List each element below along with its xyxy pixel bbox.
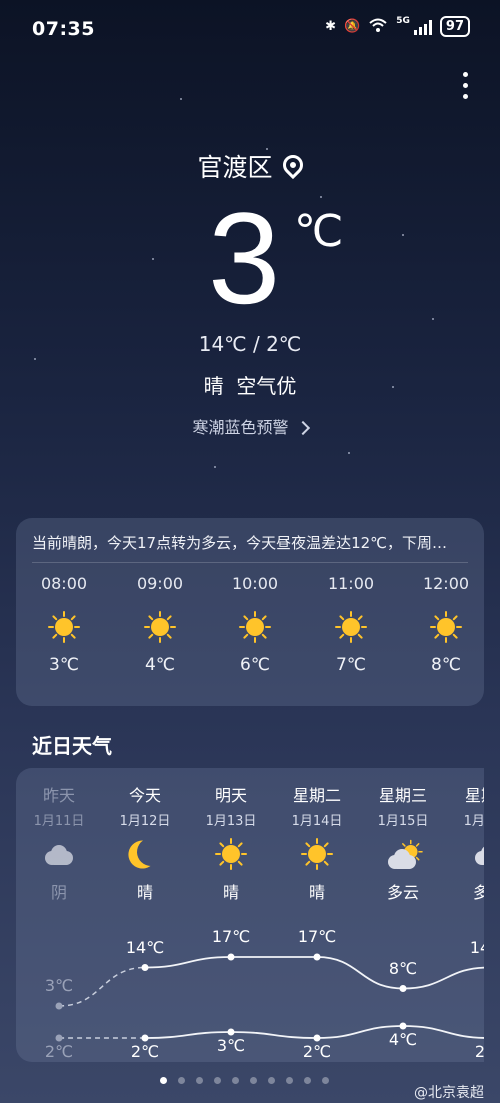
network-type: 5G <box>396 15 410 26</box>
chevron-right-icon <box>295 420 310 436</box>
page-dot[interactable] <box>160 1077 167 1084</box>
low-temperature-label: 2℃ <box>44 1042 74 1061</box>
high-temperature-label: 14℃ <box>125 937 165 957</box>
temperature-curve-chart <box>55 953 484 1042</box>
low-temperature-point <box>399 1022 407 1030</box>
bluetooth-icon: ✱ <box>325 19 337 34</box>
watermark: @北京袁超 <box>414 1085 484 1101</box>
high-temperature-line <box>144 956 484 990</box>
current-temperature: 3 <box>208 185 281 331</box>
hour-time: 12:00 <box>422 574 470 593</box>
hour-temperature: 3℃ <box>49 655 79 675</box>
low-temperature-label: 2℃ <box>130 1042 160 1061</box>
high-temperature-label: 17℃ <box>297 927 337 946</box>
page-indicator[interactable] <box>160 1077 329 1084</box>
high-temperature-point <box>55 1002 63 1010</box>
condition-air-quality: 晴 空气优 <box>203 374 297 398</box>
low-temperature-point <box>227 1028 235 1036</box>
daily-forecast-card[interactable]: 昨天 1月11日阴今天 1月12日晴明天 1月13日晴星期二 1月14日晴星期三 1月15… <box>16 768 484 1062</box>
hour-time: 09:00 <box>136 574 184 593</box>
low-temperature-point <box>313 1034 321 1042</box>
high-temperature-label: 3℃ <box>44 976 74 995</box>
wifi-icon <box>368 17 388 37</box>
low-temperature-label: 2℃ <box>302 1042 332 1061</box>
low-temperature-point <box>55 1034 63 1042</box>
high-low-temperature: 14℃ / 2℃ <box>198 332 302 356</box>
high-temperature-label: 8℃ <box>388 958 418 978</box>
battery-indicator: 97 <box>439 16 470 37</box>
low-temperature-label: 2℃ <box>474 1042 484 1061</box>
hourly-forecast-card[interactable]: 当前晴朗，今天17点转为多云，今天昼夜温差达12℃，下周… 08:00 3℃ 09:… <box>16 518 484 706</box>
sunny-icon <box>24 599 104 655</box>
low-temperature-label: 3℃ <box>216 1036 246 1055</box>
low-temperature-point <box>141 1034 149 1042</box>
high-temperature-label: 14℃ <box>469 937 484 957</box>
sunny-icon <box>311 599 391 655</box>
mute-icon: 🔕 <box>344 19 361 34</box>
hour-temperature: 8℃ <box>431 655 461 675</box>
high-temperature-point <box>141 964 149 971</box>
hour-temperature: 7℃ <box>336 655 366 675</box>
page-dot[interactable] <box>232 1077 239 1084</box>
page-dot[interactable] <box>178 1077 185 1084</box>
hourly-item: 09:00 4℃ <box>120 574 200 675</box>
hourly-item: 08:00 3℃ <box>24 574 104 675</box>
location-name: 官渡区 <box>197 153 273 182</box>
divider <box>32 562 468 563</box>
location-header[interactable]: 官渡区 <box>0 148 500 184</box>
high-temperature-label: 17℃ <box>211 927 251 946</box>
status-time: 07:35 <box>32 18 95 40</box>
hour-temperature: 4℃ <box>145 655 175 675</box>
hour-time: 10:00 <box>231 574 279 593</box>
weather-warning-link[interactable]: 寒潮蓝色预警 <box>0 414 500 438</box>
section-title-recent-weather: 近日天气 <box>32 734 112 758</box>
page-dot[interactable] <box>196 1077 203 1084</box>
page-dot[interactable] <box>322 1077 329 1084</box>
more-menu-button[interactable] <box>463 72 468 99</box>
signal-icon <box>413 19 432 35</box>
high-temperature-point <box>313 953 321 961</box>
page-dot[interactable] <box>250 1077 257 1084</box>
hourly-item: 10:00 6℃ <box>215 574 295 675</box>
sunny-icon <box>215 599 295 655</box>
status-icons: ✱ 🔕 5G 97 <box>325 16 470 37</box>
hourly-item: 11:00 7℃ <box>311 574 391 675</box>
page-dot[interactable] <box>214 1077 221 1084</box>
page-dot[interactable] <box>286 1077 293 1084</box>
hourly-item: 12:00 8℃ <box>406 574 486 675</box>
hour-temperature: 6℃ <box>240 655 270 675</box>
forecast-summary: 当前晴朗，今天17点转为多云，今天昼夜温差达12℃，下周… <box>32 534 448 552</box>
hour-time: 08:00 <box>40 574 88 593</box>
hour-time: 11:00 <box>327 574 375 593</box>
page-dot[interactable] <box>304 1077 311 1084</box>
location-pin-icon <box>278 150 307 180</box>
high-temperature-point <box>399 985 407 992</box>
high-temperature-point <box>227 953 235 961</box>
page-dot[interactable] <box>268 1077 275 1084</box>
sunny-icon <box>406 599 486 655</box>
temperature-unit: ℃ <box>294 206 344 257</box>
sunny-icon <box>120 599 200 655</box>
low-temperature-label: 4℃ <box>388 1030 418 1049</box>
